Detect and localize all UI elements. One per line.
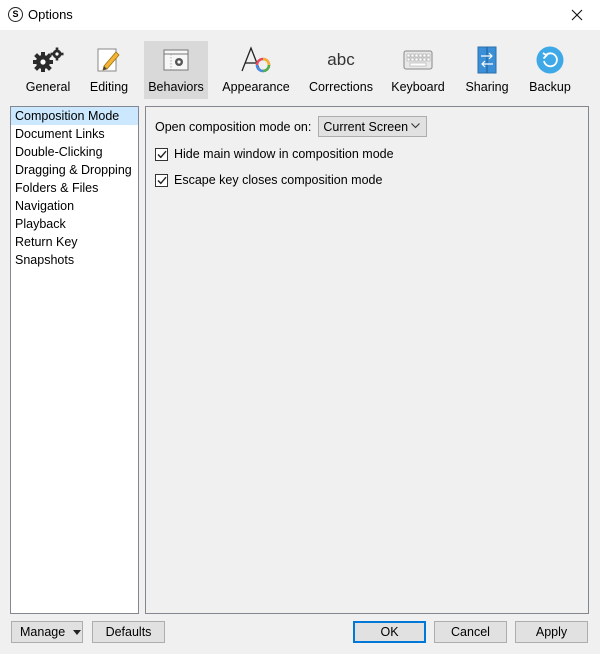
app-icon: S [8, 7, 23, 22]
tab-editing-label: Editing [89, 80, 129, 94]
checkmark-icon [157, 150, 167, 158]
escape-key-label: Escape key closes composition mode [174, 173, 383, 187]
appearance-font-icon [241, 46, 271, 73]
tab-behaviors[interactable]: Behaviors [144, 41, 208, 99]
sidebar-item-folders-files[interactable]: Folders & Files [11, 179, 138, 197]
tab-sharing[interactable]: Sharing [462, 41, 512, 99]
gears-icon [33, 47, 64, 72]
tab-appearance-label: Appearance [222, 80, 290, 94]
sidebar-item-composition-mode[interactable]: Composition Mode [11, 107, 138, 125]
manage-button[interactable]: Manage [11, 621, 83, 643]
hide-main-window-checkbox[interactable] [155, 147, 168, 161]
open-mode-select[interactable]: Current Screen [318, 116, 428, 137]
edit-pencil-icon [97, 48, 120, 72]
hide-main-window-label: Hide main window in composition mode [174, 147, 394, 161]
sidebar-item-navigation[interactable]: Navigation [11, 197, 138, 215]
apply-button[interactable]: Apply [515, 621, 588, 643]
defaults-button[interactable]: Defaults [92, 621, 165, 643]
window-title: Options [28, 7, 73, 22]
tab-appearance[interactable]: Appearance [220, 41, 292, 99]
category-list: Composition Mode Document Links Double-C… [10, 106, 139, 614]
open-mode-row: Open composition mode on: Current Screen [155, 116, 428, 137]
close-icon [571, 9, 583, 21]
dropdown-arrow-icon [73, 629, 82, 635]
tab-corrections[interactable]: abc Corrections [306, 41, 376, 99]
sidebar-item-double-clicking[interactable]: Double-Clicking [11, 143, 138, 161]
keyboard-icon [403, 50, 433, 70]
open-mode-label: Open composition mode on: [155, 119, 312, 134]
tab-backup-label: Backup [529, 80, 571, 94]
escape-key-option[interactable]: Escape key closes composition mode [155, 173, 382, 187]
tab-corrections-label: Corrections [309, 80, 373, 94]
manage-label: Manage [20, 625, 66, 639]
behaviors-window-icon [163, 49, 189, 71]
close-button[interactable] [554, 0, 600, 30]
tab-behaviors-label: Behaviors [148, 80, 204, 94]
sidebar-item-return-key[interactable]: Return Key [11, 233, 138, 251]
corrections-abc-icon: abc [327, 50, 355, 69]
tab-sharing-label: Sharing [465, 80, 509, 94]
hide-main-window-option[interactable]: Hide main window in composition mode [155, 147, 394, 161]
settings-panel: Open composition mode on: Current Screen… [145, 106, 589, 614]
sharing-icon [477, 46, 497, 74]
cancel-button[interactable]: Cancel [434, 621, 507, 643]
tab-general-label: General [25, 80, 71, 94]
tab-keyboard-label: Keyboard [391, 80, 445, 94]
backup-icon [536, 46, 564, 74]
tab-keyboard[interactable]: Keyboard [388, 41, 448, 99]
tab-general[interactable]: General [22, 41, 74, 99]
chevron-down-icon [411, 123, 421, 129]
options-toolbar: General Editing Behaviors Appearance abc… [0, 30, 600, 102]
sidebar-item-dragging-dropping[interactable]: Dragging & Dropping [11, 161, 138, 179]
sidebar-item-playback[interactable]: Playback [11, 215, 138, 233]
checkmark-icon [157, 176, 167, 184]
sidebar-item-document-links[interactable]: Document Links [11, 125, 138, 143]
open-mode-value: Current Screen [323, 119, 409, 134]
escape-key-checkbox[interactable] [155, 173, 168, 187]
tab-editing[interactable]: Editing [84, 41, 134, 99]
sidebar-item-snapshots[interactable]: Snapshots [11, 251, 138, 269]
title-bar: S Options [0, 0, 600, 30]
ok-button[interactable]: OK [353, 621, 426, 643]
tab-backup[interactable]: Backup [524, 41, 576, 99]
